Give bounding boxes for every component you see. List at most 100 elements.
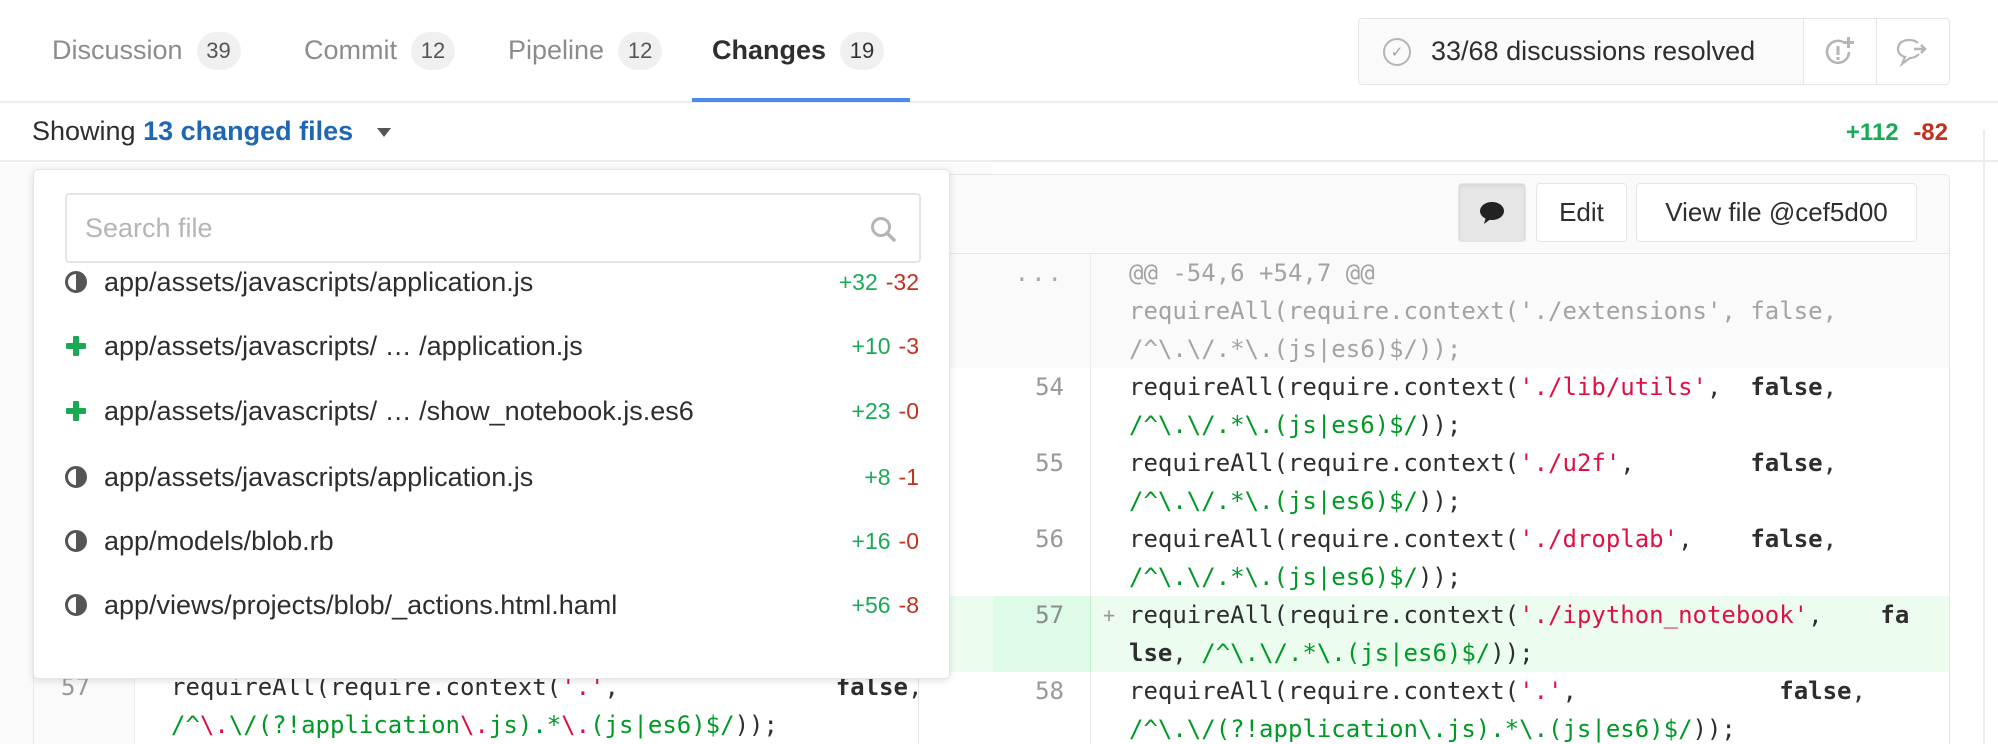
code-text: ));	[1417, 563, 1462, 591]
tab-label: Discussion	[52, 35, 183, 65]
diff-line: 58 requireAll(require.context('.', false,…	[919, 672, 1949, 744]
hunk-expand-marker[interactable]: ...	[993, 254, 1091, 368]
edit-file-button[interactable]: Edit	[1536, 183, 1627, 242]
code-regex: /^\.\/.*\.(js|es6)$/	[1201, 639, 1491, 667]
tab-changes[interactable]: Changes 19	[691, 0, 911, 102]
tab-label: Commit	[304, 35, 397, 65]
code-line: /^\.\/.*\.(js|es6)$/));	[1129, 406, 1909, 444]
line-number[interactable]: 55	[993, 444, 1091, 520]
code-line: requireAll(require.context('./ipython_no…	[1129, 596, 1909, 634]
jump-to-next-discussion-button[interactable]	[1876, 19, 1949, 84]
code-text: ,	[1822, 373, 1838, 401]
code-regex: js).*	[488, 711, 562, 739]
check-circle-icon: ✓	[1383, 37, 1411, 66]
code-text: requireAll(require.context(	[1129, 449, 1520, 477]
code-regex-escape: \.	[199, 711, 229, 739]
tab-count-badge: 19	[840, 31, 885, 70]
code-string: './u2f'	[1519, 449, 1621, 477]
code-string: './lib/utils'	[1519, 373, 1707, 401]
resolved-text: 33/68 discussions resolved	[1431, 36, 1756, 66]
tab-label: Pipeline	[508, 35, 605, 65]
diff-totals: +112 -82	[1846, 119, 1948, 147]
diff-line: 54 requireAll(require.context('./lib/util…	[919, 368, 1949, 444]
caret-down-icon[interactable]	[376, 128, 391, 138]
line-number[interactable]: 54	[993, 368, 1091, 444]
code-regex: $/	[705, 711, 735, 739]
file-modified-icon	[65, 466, 87, 488]
code-regex: /^\.\/.*\.(js|es6)$/	[1129, 563, 1418, 591]
changed-files-dropdown: app/assets/javascripts/application.js +32…	[33, 169, 950, 679]
file-modified-icon	[65, 271, 87, 293]
code-keyword: false	[1779, 677, 1852, 705]
code-regex: /^\.\/.*\.(js|es6)$/	[1129, 411, 1418, 439]
tab-count-badge: 39	[196, 31, 241, 70]
new-issue-icon	[1825, 36, 1854, 64]
code-string: './ipython_notebook'	[1519, 601, 1809, 629]
changed-files-toggle[interactable]: 13 changed files	[143, 116, 353, 146]
discussions-resolved-widget: ✓ 33/68 discussions resolved	[1358, 18, 1950, 85]
file-stats: +23 -0	[852, 398, 919, 425]
file-list-item[interactable]: app/assets/javascripts/application.js +8-…	[34, 447, 949, 507]
hunk-line: requireAll(require.context('./extensions…	[1129, 297, 1838, 325]
code-regex: (js|es6)	[590, 711, 706, 739]
file-deletions: -1	[898, 463, 919, 490]
line-number[interactable]: 58	[993, 672, 1091, 744]
diff-file-header: Edit View file @cef5d00	[918, 174, 1950, 254]
file-additions: +16	[851, 527, 891, 554]
file-additions: +32	[838, 268, 878, 295]
code-line: /^\.\/(?!application\.js).*\.(js|es6)$/)…	[1129, 710, 1909, 744]
code-text: ));	[1692, 715, 1736, 743]
code-line: requireAll(require.context('./droplab', …	[1129, 520, 1909, 558]
code-regex: (?!application	[257, 711, 461, 739]
tab-commit[interactable]: Commit 12	[304, 0, 455, 101]
diff-line-added: 57 + requireAll(require.context('./ipython…	[919, 596, 1949, 672]
diff-hunk-header: ... @@ -54,6 +54,7 @@ requireAll(require…	[919, 254, 1949, 368]
code-text: ,	[1808, 601, 1881, 629]
line-number[interactable]: 57	[993, 596, 1091, 672]
tab-count-badge: 12	[411, 31, 455, 70]
diff-line: 56 requireAll(require.context('./droplab'…	[919, 520, 1949, 596]
code-text: requireAll(require.context(	[1129, 373, 1520, 401]
view-file-button[interactable]: View file @cef5d00	[1636, 183, 1917, 242]
file-list-item[interactable]: app/assets/javascripts/application.js +32…	[34, 252, 949, 312]
tab-discussion[interactable]: Discussion 39	[52, 0, 241, 101]
jump-to-discussion-icon	[1897, 38, 1927, 67]
changed-files-summary: Showing 13 changed files +112 -82	[0, 103, 1998, 162]
line-number[interactable]: 56	[993, 520, 1091, 596]
file-deletions: -0	[898, 527, 919, 554]
code-line: requireAll(require.context('./lib/utils'…	[1129, 368, 1909, 406]
tab-count-badge: 12	[618, 31, 663, 70]
file-name: app/assets/javascripts/application.js	[104, 266, 534, 297]
code-keyword: lse	[1129, 639, 1173, 667]
file-stats: +56 -8	[852, 592, 919, 619]
file-deletions: -8	[898, 591, 919, 618]
total-deletions: -82	[1913, 119, 1948, 146]
hunk-line: @@ -54,6 +54,7 @@	[1129, 259, 1375, 287]
hunk-line: /^\.\/.*\.(js|es6)$/));	[1129, 335, 1462, 363]
code-regex: \/	[228, 711, 258, 739]
file-additions: +23	[851, 397, 891, 424]
tab-label: Changes	[712, 35, 827, 65]
file-added-icon	[66, 336, 86, 356]
file-list-item[interactable]: app/views/projects/blob/_actions.html.ha…	[34, 575, 949, 635]
code-text: ,	[1678, 525, 1751, 553]
file-stats: +8 -1	[864, 464, 919, 491]
file-list-item[interactable]: app/assets/javascripts/ … /show_notebook…	[34, 381, 949, 441]
code-line: lse, /^\.\/.*\.(js|es6)$/));	[1129, 634, 1909, 672]
file-stats: +32 -32	[839, 269, 919, 296]
code-text: requireAll(require.context(	[1129, 601, 1520, 629]
code-line: requireAll(require.context('./u2f', fals…	[1129, 444, 1909, 482]
file-list-item[interactable]: app/assets/javascripts/ … /application.j…	[34, 316, 949, 376]
code-text: ));	[1417, 487, 1462, 515]
new-issue-for-discussions-button[interactable]	[1803, 19, 1877, 84]
left-code-lines: 57 requireAll(require.context('.', false…	[33, 668, 992, 744]
page-scrollbar[interactable]	[1983, 130, 1985, 744]
toggle-comments-button[interactable]	[1458, 183, 1526, 242]
code-regex-escape: \.	[561, 711, 591, 739]
code-line: /^\.\/.*\.(js|es6)$/));	[1129, 558, 1909, 596]
file-list-item[interactable]: app/models/blob.rb +16 -0	[34, 511, 949, 571]
file-name: app/assets/javascripts/application.js	[104, 461, 534, 492]
tab-pipeline[interactable]: Pipeline 12	[508, 0, 663, 101]
file-deletions: -32	[885, 268, 919, 295]
merge-request-tabs: Discussion 39 Commit 12 Pipeline 12 Chan…	[0, 0, 1998, 103]
